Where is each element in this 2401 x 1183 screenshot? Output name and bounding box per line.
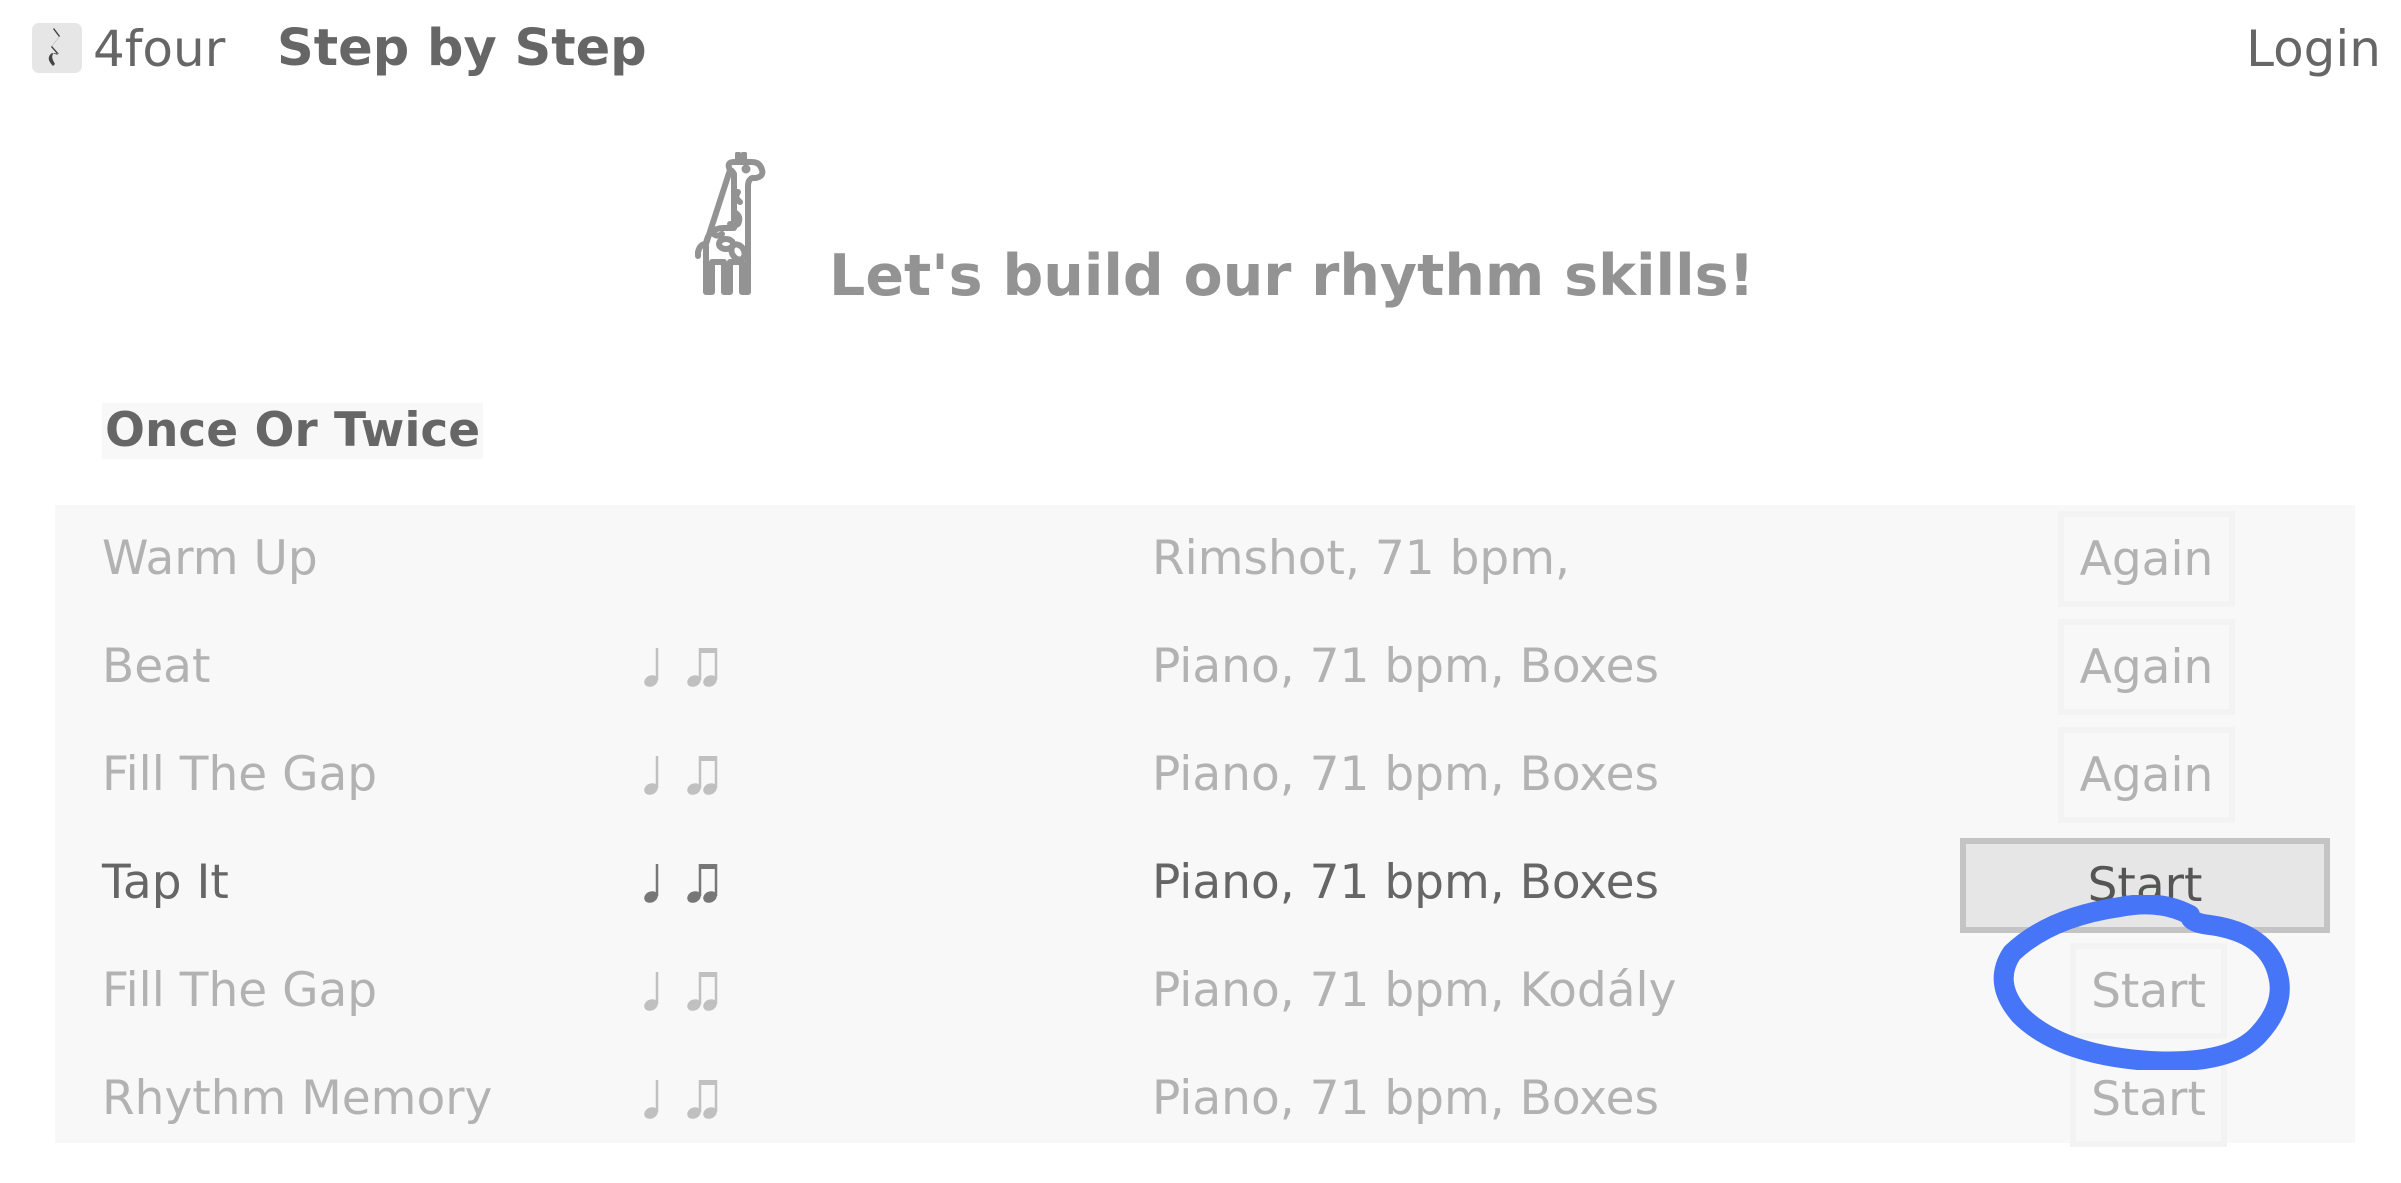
exercise-settings: Piano, 71 bpm, Boxes	[1152, 855, 1659, 910]
exercise-name: Fill The Gap	[102, 747, 378, 802]
quarter-note-icon	[644, 972, 659, 1011]
start-button[interactable]: Start	[2070, 943, 2227, 1039]
exercise-row: Warm Up Rimshot, 71 bpm, Again	[55, 505, 2355, 613]
exercise-name: Fill The Gap	[102, 963, 378, 1018]
brand-name[interactable]: 4four	[93, 14, 225, 84]
exercise-notes	[640, 1045, 720, 1153]
exercise-name: Beat	[102, 639, 211, 694]
beamed-eighth-notes-icon	[687, 756, 718, 795]
exercise-name: Rhythm Memory	[102, 1071, 493, 1126]
logo[interactable]	[32, 23, 82, 73]
exercise-name: Tap It	[102, 855, 229, 910]
exercise-settings: Piano, 71 bpm, Boxes	[1152, 1071, 1659, 1126]
exercise-name: Warm Up	[102, 531, 318, 586]
beamed-eighth-notes-icon	[687, 1080, 718, 1119]
exercise-notes	[640, 613, 720, 721]
beamed-eighth-notes-icon	[687, 864, 718, 903]
exercise-row: Fill The Gap Piano, 71 bpm, Boxes Again	[55, 721, 2355, 829]
quarter-rest-icon	[48, 28, 60, 66]
login-link[interactable]: Login	[2246, 14, 2381, 84]
exercise-settings: Piano, 71 bpm, Boxes	[1152, 747, 1659, 802]
quarter-note-icon	[644, 648, 659, 687]
start-button[interactable]: Start	[2070, 1051, 2227, 1147]
beamed-eighth-notes-icon	[687, 648, 718, 687]
quarter-note-icon	[644, 1080, 659, 1119]
exercise-settings: Rimshot, 71 bpm,	[1152, 531, 1570, 586]
exercise-row: Rhythm Memory Piano, 71 bpm, Boxes Start	[55, 1045, 2355, 1153]
quarter-note-icon	[644, 756, 659, 795]
exercise-row: Beat Piano, 71 bpm, Boxes Again	[55, 613, 2355, 721]
exercise-row: Fill The Gap Piano, 71 bpm, Kodály Start	[55, 937, 2355, 1045]
exercise-settings: Piano, 71 bpm, Kodály	[1152, 963, 1677, 1018]
quarter-note-icon	[644, 864, 659, 903]
exercise-row: Tap It Piano, 71 bpm, Boxes Start	[55, 829, 2355, 937]
beamed-eighth-notes-icon	[687, 972, 718, 1011]
again-button[interactable]: Again	[2058, 619, 2235, 715]
exercise-settings: Piano, 71 bpm, Boxes	[1152, 639, 1659, 694]
top-bar: 4four Step by Step Login	[0, 0, 2401, 100]
exercise-notes	[640, 937, 720, 1045]
again-button[interactable]: Again	[2058, 511, 2235, 607]
start-button[interactable]: Start	[1960, 838, 2330, 933]
exercise-notes	[640, 829, 720, 937]
exercise-list: Warm Up Rimshot, 71 bpm, Again Beat Pian…	[55, 505, 2355, 1147]
app-title: Step by Step	[277, 19, 647, 78]
section-title: Once Or Twice	[102, 403, 484, 459]
page-headline: Let's build our rhythm skills!	[829, 243, 1755, 309]
exercise-notes	[640, 721, 720, 829]
giraffe-icon	[695, 152, 766, 295]
again-button[interactable]: Again	[2058, 727, 2235, 823]
